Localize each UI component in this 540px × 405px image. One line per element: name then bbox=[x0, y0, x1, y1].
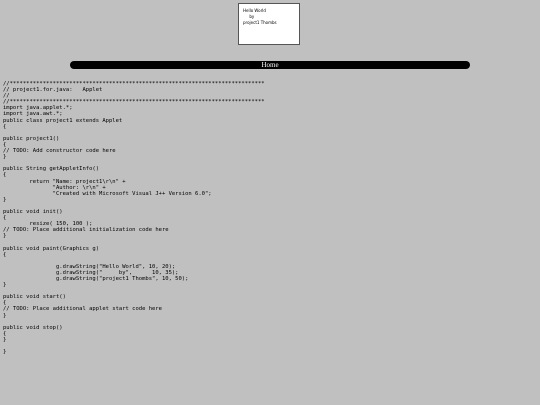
applet-text-by: by bbox=[243, 14, 255, 19]
nav-bar: Home bbox=[70, 61, 470, 69]
applet-text-hello: Hello World bbox=[243, 8, 266, 13]
source-code-listing: //**************************************… bbox=[3, 81, 265, 355]
home-link[interactable]: Home bbox=[261, 61, 278, 69]
applet-window: Hello World by project1 Thombs bbox=[238, 3, 300, 45]
applet-text-author: project1 Thombs bbox=[243, 20, 277, 25]
code-line: } bbox=[3, 349, 7, 356]
